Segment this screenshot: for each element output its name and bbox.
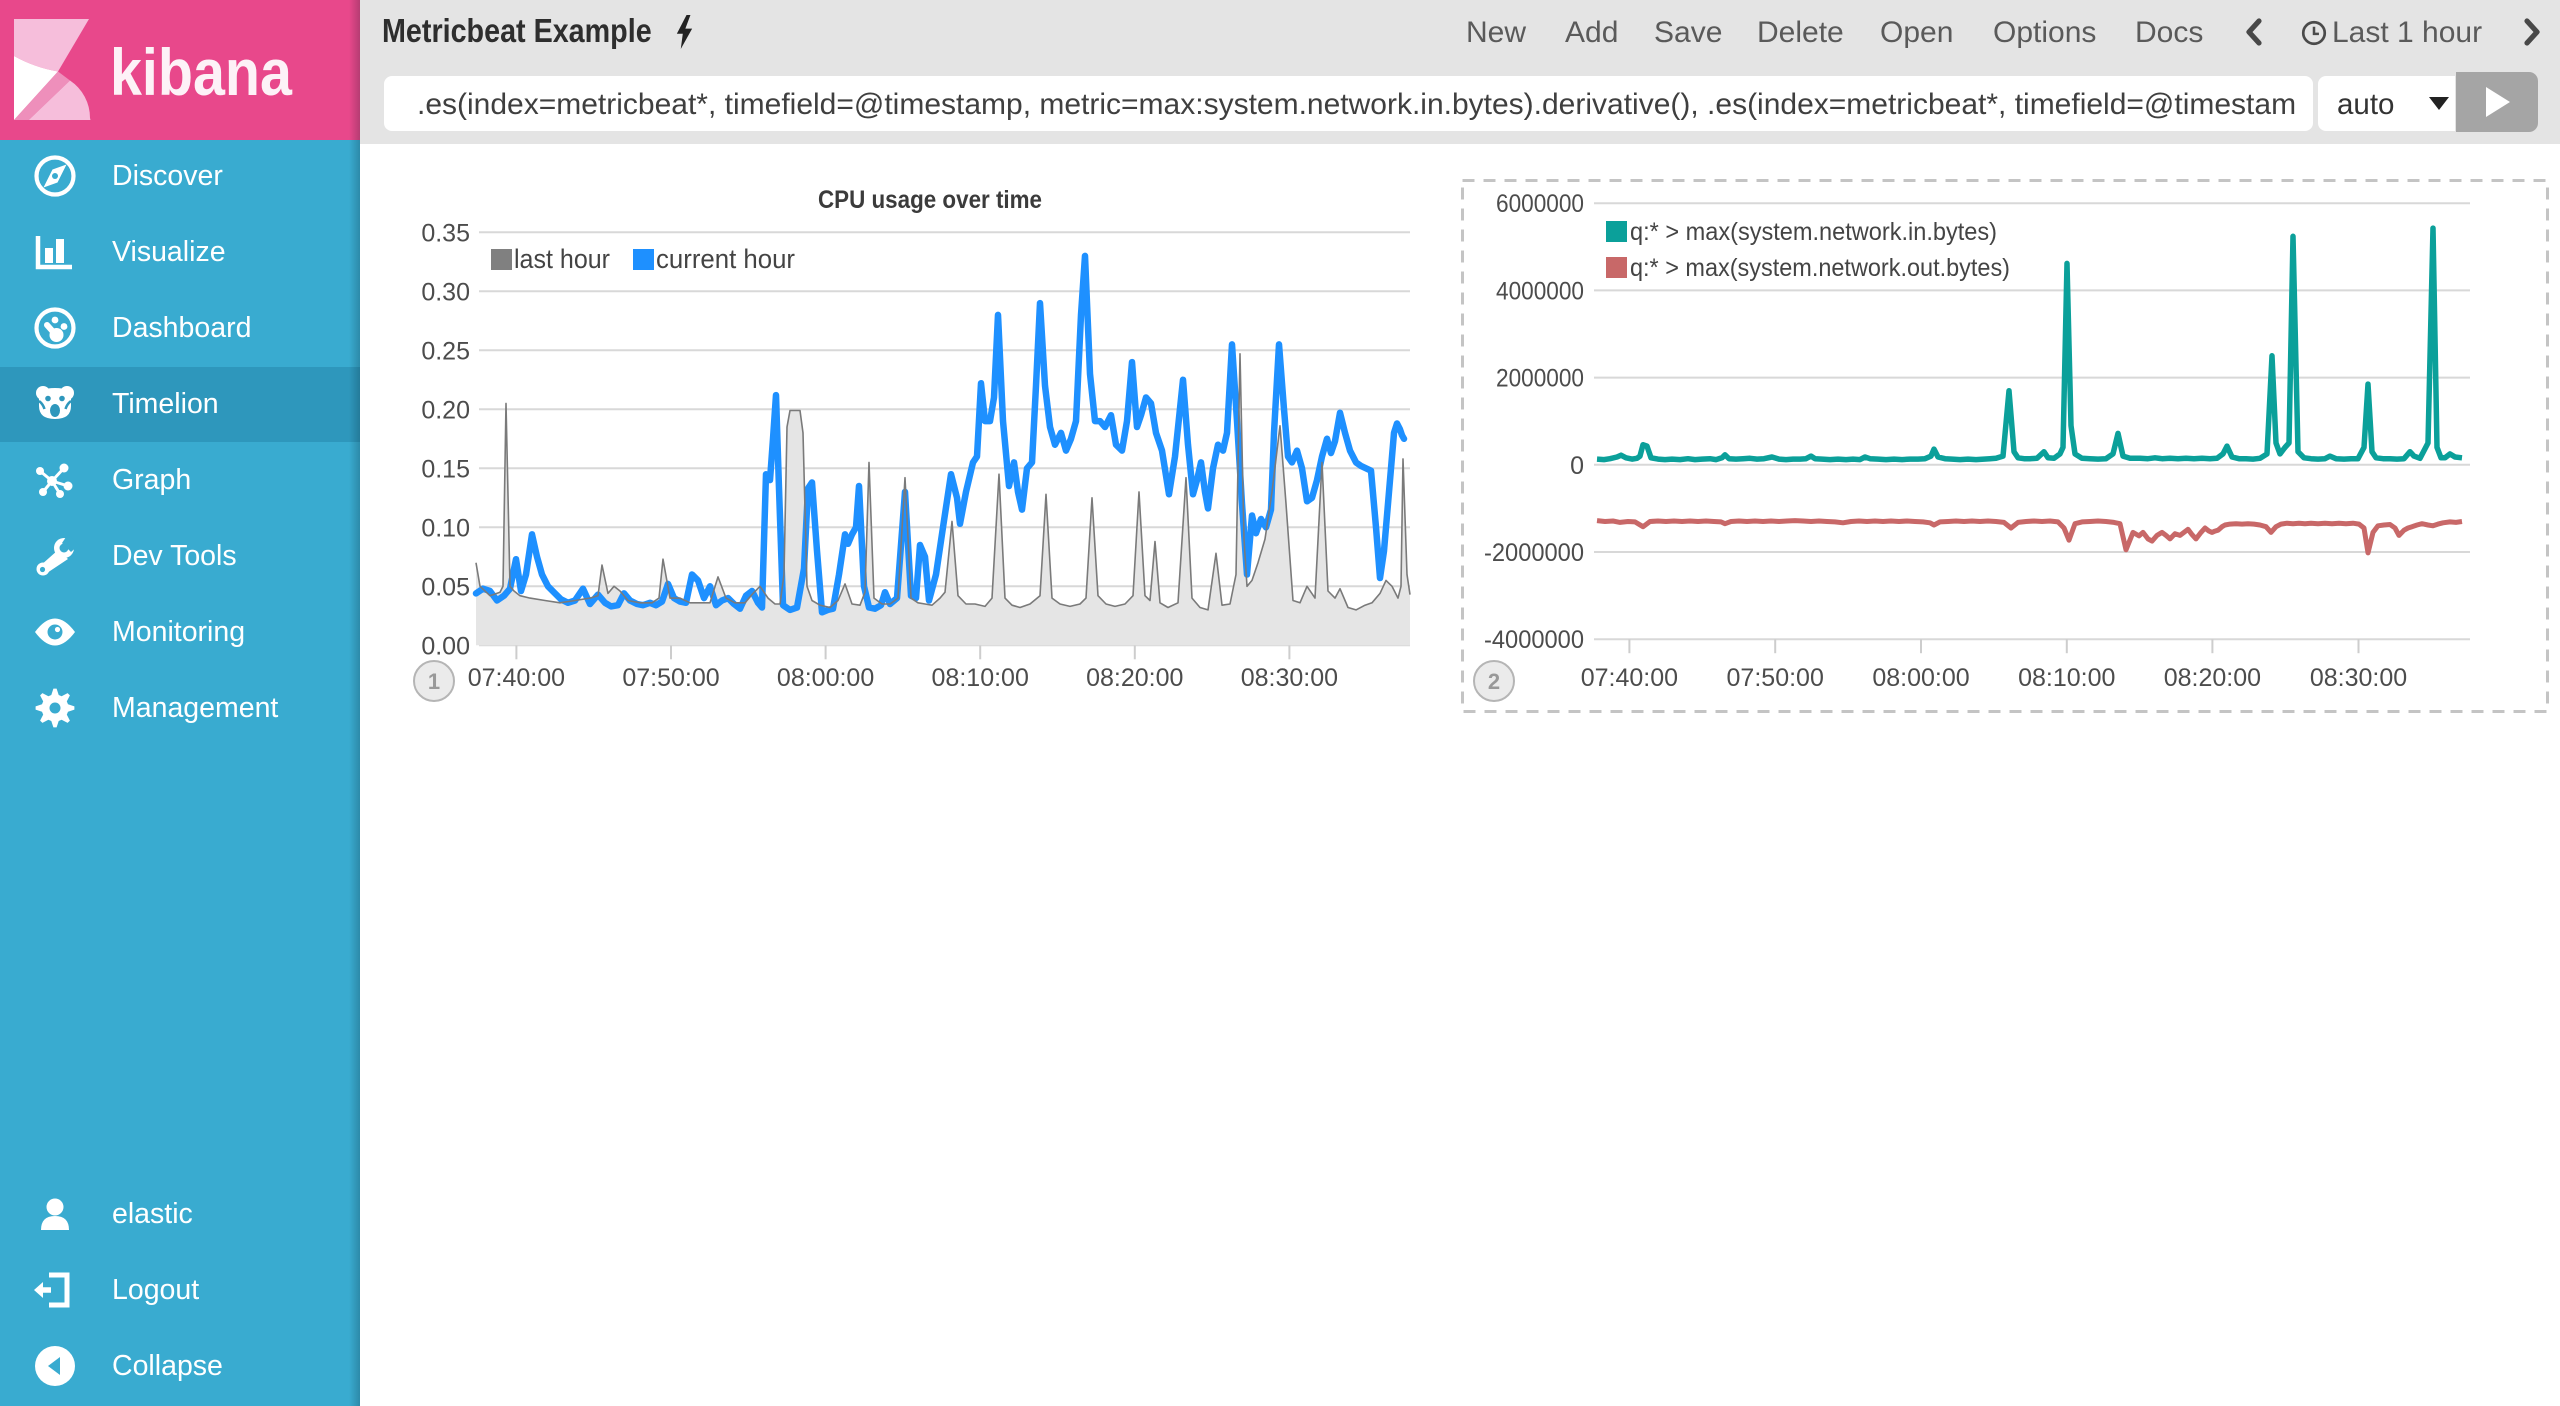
svg-text:6000000: 6000000	[1496, 190, 1584, 218]
svg-text:1: 1	[428, 669, 440, 694]
svg-text:0.10: 0.10	[421, 514, 470, 542]
svg-text:08:00:00: 08:00:00	[1872, 664, 1969, 692]
svg-text:07:50:00: 07:50:00	[1727, 664, 1824, 692]
svg-text:0.05: 0.05	[421, 573, 470, 601]
svg-text:08:20:00: 08:20:00	[2164, 664, 2261, 692]
svg-text:08:10:00: 08:10:00	[932, 664, 1029, 692]
svg-text:last hour: last hour	[514, 244, 610, 274]
svg-text:08:20:00: 08:20:00	[1086, 664, 1183, 692]
svg-text:0.15: 0.15	[421, 455, 470, 483]
svg-text:0.20: 0.20	[421, 396, 470, 424]
svg-text:-2000000: -2000000	[1484, 539, 1584, 567]
svg-text:0.30: 0.30	[421, 278, 470, 306]
svg-text:2000000: 2000000	[1496, 365, 1584, 393]
svg-text:-4000000: -4000000	[1484, 626, 1584, 654]
svg-text:current hour: current hour	[656, 244, 795, 274]
svg-text:q:* > max(system.network.out.b: q:* > max(system.network.out.bytes)	[1630, 254, 2010, 282]
svg-text:08:00:00: 08:00:00	[777, 664, 874, 692]
svg-text:08:10:00: 08:10:00	[2018, 664, 2115, 692]
svg-text:07:50:00: 07:50:00	[622, 664, 719, 692]
svg-text:2: 2	[1488, 669, 1500, 694]
svg-text:q:* > max(system.network.in.by: q:* > max(system.network.in.bytes)	[1630, 218, 1997, 246]
svg-text:08:30:00: 08:30:00	[1241, 664, 1338, 692]
svg-text:07:40:00: 07:40:00	[1581, 664, 1678, 692]
svg-text:0.25: 0.25	[421, 337, 470, 365]
svg-text:CPU usage over time: CPU usage over time	[818, 186, 1042, 214]
svg-text:0.00: 0.00	[421, 632, 470, 660]
svg-text:4000000: 4000000	[1496, 277, 1584, 305]
svg-text:0.35: 0.35	[421, 219, 470, 247]
svg-text:08:30:00: 08:30:00	[2310, 664, 2407, 692]
svg-text:0: 0	[1570, 452, 1584, 480]
svg-text:07:40:00: 07:40:00	[468, 664, 565, 692]
